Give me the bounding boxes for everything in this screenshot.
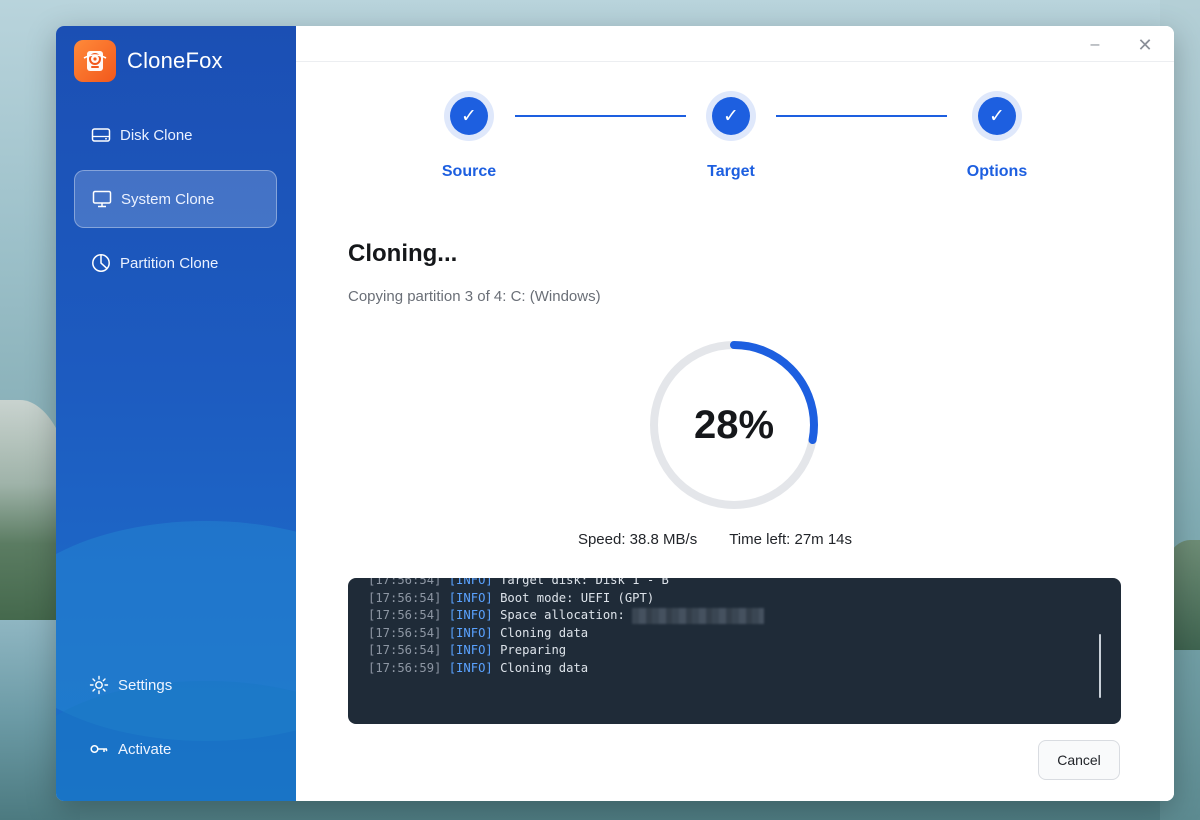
log-level: [INFO] [448, 643, 493, 658]
sidebar: CloneFox Disk Clone System Clone Partiti… [56, 26, 296, 801]
sidebar-item-label: System Clone [121, 190, 215, 208]
log-message: Space allocation: [500, 608, 633, 623]
log-level: [INFO] [448, 608, 493, 623]
log-message: Preparing [500, 643, 567, 658]
step-indicator: ✓ [972, 91, 1022, 141]
page-title: Cloning... [348, 240, 458, 267]
sidebar-item-partition-clone[interactable]: Partition Clone [74, 234, 277, 292]
checkmark-icon: ✓ [978, 97, 1016, 135]
step-options: ✓ Options [937, 91, 1057, 181]
close-button[interactable]: ✕ [1130, 32, 1160, 58]
log-level: [INFO] [448, 590, 493, 605]
sidebar-item-activate[interactable]: Activate [88, 735, 171, 763]
log-message: Cloning data [500, 660, 589, 675]
step-label: Target [707, 163, 755, 180]
log-message: Target disk: Disk 1 - B [500, 578, 669, 587]
log-timestamp: [17:56:54] [368, 608, 442, 623]
log-line: [17:56:59] [INFO] Cloning data [368, 660, 764, 678]
status-subtitle: Copying partition 3 of 4: C: (Windows) [348, 288, 601, 305]
main-panel: – ✕ ✓ Source ✓ Target ✓ Options Cloning.… [296, 26, 1174, 801]
sidebar-item-disk-clone[interactable]: Disk Clone [74, 106, 277, 164]
log-line: [17:56:54] [INFO] Preparing [368, 642, 764, 660]
log-message: Boot mode: UEFI (GPT) [500, 590, 655, 605]
step-indicator: ✓ [706, 91, 756, 141]
checkmark-icon: ✓ [450, 97, 488, 135]
step-label: Source [441, 163, 497, 180]
sidebar-item-label: Settings [118, 676, 173, 694]
step-connector [776, 115, 947, 117]
sidebar-item-settings[interactable]: Settings [88, 671, 172, 699]
log-message: Cloning data [500, 625, 589, 640]
log-level: [INFO] [448, 625, 493, 640]
hard-drive-icon [90, 124, 112, 146]
title-bar: – ✕ [296, 26, 1174, 62]
sidebar-item-label: Partition Clone [120, 254, 219, 272]
app-window: CloneFox Disk Clone System Clone Partiti… [56, 26, 1174, 801]
log-timestamp: [17:56:54] [368, 625, 442, 640]
cancel-button[interactable]: Cancel [1038, 740, 1120, 780]
sidebar-item-label: Activate [118, 740, 172, 758]
log-level: [INFO] [448, 660, 493, 675]
log-timestamp: [17:56:54] [368, 590, 442, 605]
minimize-button[interactable]: – [1080, 32, 1110, 58]
sidebar-item-system-clone[interactable]: System Clone [74, 170, 277, 228]
log-line: [17:56:54] [INFO] Cloning data [368, 625, 764, 643]
redacted-value [632, 607, 765, 624]
pie-chart-icon [90, 252, 112, 274]
log-timestamp: [17:56:59] [368, 660, 442, 675]
checkmark-icon: ✓ [712, 97, 750, 135]
progress-percent: 28% [693, 402, 775, 447]
log-scrollbar[interactable] [1099, 634, 1101, 698]
key-icon [88, 738, 110, 760]
log-line: [17:56:54] [INFO] Boot mode: UEFI (GPT) [368, 590, 764, 608]
step-indicator: ✓ [444, 91, 494, 141]
log-console[interactable]: [17:56:54] [INFO] Target disk: Disk 1 - … [348, 578, 1121, 724]
clonefox-logo-icon [74, 40, 116, 82]
log-timestamp: [17:56:54] [368, 643, 442, 658]
speed-readout: Speed: 38.8 MB/s [577, 531, 698, 548]
transfer-stats: Speed: 38.8 MB/s Time left: 27m 14s [296, 531, 1174, 548]
progress-ring: 28% [648, 339, 820, 511]
step-source: ✓ Source [409, 91, 529, 181]
log-line: [17:56:54] [INFO] Target disk: Disk 1 - … [368, 578, 764, 590]
step-label: Options [966, 163, 1028, 180]
sidebar-item-label: Disk Clone [120, 126, 193, 144]
log-level: [INFO] [448, 578, 493, 587]
monitor-icon [91, 188, 113, 210]
time-left-readout: Time left: 27m 14s [729, 531, 853, 548]
brand: CloneFox [74, 40, 223, 82]
gear-icon [88, 674, 110, 696]
log-timestamp: [17:56:54] [368, 578, 442, 587]
log-line: [17:56:54] [INFO] Space allocation: [368, 607, 765, 625]
step-connector [515, 115, 686, 117]
log-lines: [17:56:54] [INFO] Target disk: Disk 1 - … [368, 578, 765, 678]
app-name: CloneFox [127, 48, 223, 73]
step-target: ✓ Target [671, 91, 791, 181]
